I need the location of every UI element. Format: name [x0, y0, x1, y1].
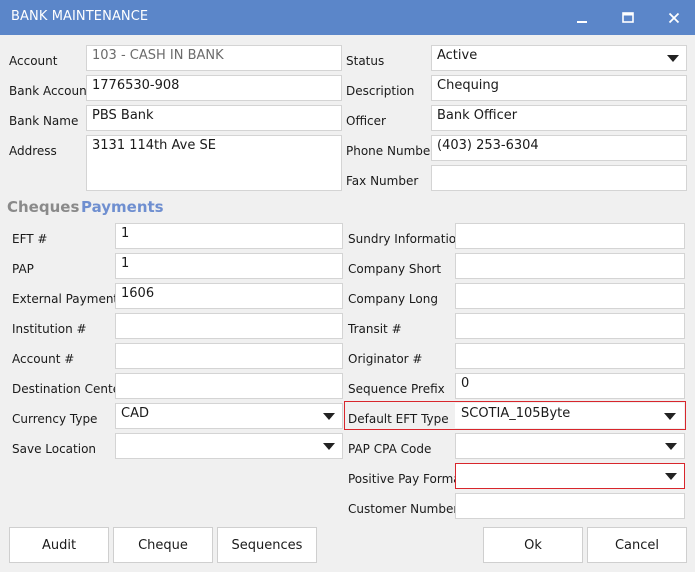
external-payments-label: External Payments [12, 292, 125, 306]
default-eft-type-value: SCOTIA_105Byte [461, 406, 571, 421]
fax-field[interactable] [431, 165, 687, 191]
chevron-down-icon [323, 443, 335, 450]
sequence-prefix-field[interactable]: 0 [455, 373, 685, 399]
sequence-prefix-label: Sequence Prefix [348, 382, 445, 396]
pap-cpa-code-label: PAP CPA Code [348, 442, 432, 456]
phone-field[interactable]: (403) 253-6304 [431, 135, 687, 161]
transit-number-field[interactable] [455, 313, 685, 339]
minimize-icon [577, 20, 587, 23]
sundry-information-label: Sundry Information [348, 232, 464, 246]
ok-button[interactable]: Ok [483, 527, 583, 563]
status-select[interactable]: Active [431, 45, 687, 71]
currency-type-value: CAD [121, 406, 149, 421]
chevron-down-icon [665, 443, 677, 450]
minimize-button[interactable] [559, 0, 605, 35]
eft-number-label: EFT # [12, 232, 48, 246]
maximize-icon [622, 11, 634, 23]
default-eft-type-label: Default EFT Type [348, 412, 449, 426]
default-eft-type-select[interactable]: SCOTIA_105Byte [455, 403, 684, 428]
currency-type-label: Currency Type [12, 412, 98, 426]
bank-account-field[interactable]: 1776530-908 [86, 75, 342, 101]
sundry-information-field[interactable] [455, 223, 685, 249]
chevron-down-icon [667, 55, 679, 62]
cancel-button[interactable]: Cancel [587, 527, 687, 563]
address-field[interactable]: 3131 114th Ave SE [86, 135, 342, 191]
tab-payments[interactable]: Payments [81, 198, 164, 216]
account-number-field[interactable] [115, 343, 343, 369]
save-location-label: Save Location [12, 442, 97, 456]
chevron-down-icon [323, 413, 335, 420]
company-short-field[interactable] [455, 253, 685, 279]
company-short-label: Company Short [348, 262, 442, 276]
cheque-button[interactable]: Cheque [113, 527, 213, 563]
currency-type-select[interactable]: CAD [115, 403, 343, 429]
fax-label: Fax Number [346, 174, 419, 188]
officer-label: Officer [346, 114, 386, 128]
sequences-button[interactable]: Sequences [217, 527, 317, 563]
description-field[interactable]: Chequing [431, 75, 687, 101]
maximize-button[interactable] [605, 0, 651, 35]
pap-label: PAP [12, 262, 34, 276]
chevron-down-icon [665, 473, 677, 480]
account-label: Account [9, 54, 58, 68]
eft-number-field[interactable]: 1 [115, 223, 343, 249]
close-icon [668, 12, 680, 23]
positive-pay-format-label: Positive Pay Format [348, 472, 466, 486]
status-value: Active [437, 48, 478, 63]
tab-cheques[interactable]: Cheques [7, 198, 79, 216]
bank-name-field[interactable]: PBS Bank [86, 105, 342, 131]
originator-number-field[interactable] [455, 343, 685, 369]
customer-number-field[interactable] [455, 493, 685, 519]
title-bar: BANK MAINTENANCE [0, 0, 695, 35]
description-label: Description [346, 84, 415, 98]
close-button[interactable] [651, 0, 695, 35]
bank-name-label: Bank Name [9, 114, 79, 128]
bank-maintenance-window: BANK MAINTENANCE Account 103 - CASH IN B… [0, 0, 695, 572]
positive-pay-format-select[interactable] [455, 463, 685, 489]
customer-number-label: Customer Number [348, 502, 459, 516]
window-title: BANK MAINTENANCE [11, 9, 149, 24]
external-payments-field[interactable]: 1606 [115, 283, 343, 309]
bank-account-label: Bank Account [9, 84, 92, 98]
originator-number-label: Originator # [348, 352, 423, 366]
pap-field[interactable]: 1 [115, 253, 343, 279]
account-number-label: Account # [12, 352, 75, 366]
officer-field[interactable]: Bank Officer [431, 105, 687, 131]
audit-button[interactable]: Audit [9, 527, 109, 563]
transit-number-label: Transit # [348, 322, 402, 336]
destination-center-label: Destination Center [12, 382, 126, 396]
account-field[interactable]: 103 - CASH IN BANK [86, 45, 342, 71]
phone-label: Phone Number [346, 144, 436, 158]
pap-cpa-code-select[interactable] [455, 433, 685, 459]
chevron-down-icon [664, 412, 676, 420]
institution-number-field[interactable] [115, 313, 343, 339]
destination-center-field[interactable] [115, 373, 343, 399]
company-long-label: Company Long [348, 292, 438, 306]
status-label: Status [346, 54, 385, 68]
company-long-field[interactable] [455, 283, 685, 309]
institution-number-label: Institution # [12, 322, 87, 336]
save-location-select[interactable] [115, 433, 343, 459]
address-label: Address [9, 144, 57, 158]
